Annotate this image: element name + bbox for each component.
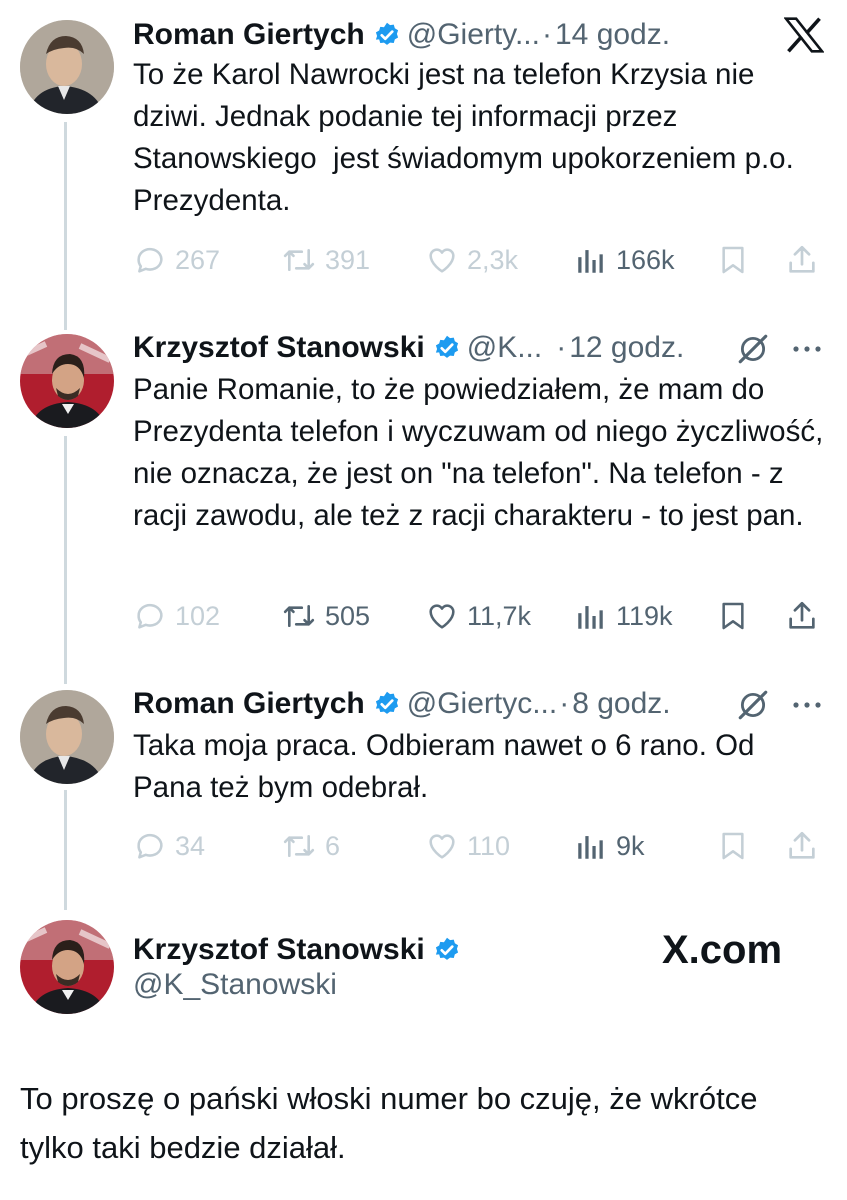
x-logo-icon [782, 16, 826, 54]
retweet-count: 505 [325, 600, 371, 631]
views-icon [578, 836, 603, 859]
bookmark-icon [722, 832, 744, 860]
reply-button[interactable]: 102 [133, 596, 220, 636]
reply-count: 267 [175, 244, 221, 275]
author-name[interactable]: Krzysztof Stanowski [133, 331, 425, 365]
views-button[interactable]: 119k [574, 596, 673, 636]
more-icon[interactable] [788, 330, 826, 368]
avatar[interactable] [20, 334, 114, 428]
tweet-actions: 267 391 2,3k 166k [133, 240, 823, 280]
reply-button[interactable]: 34 [133, 826, 205, 866]
retweet-button[interactable]: 505 [281, 596, 370, 636]
view-count: 119k [616, 600, 673, 631]
avatar[interactable] [20, 690, 114, 784]
like-button[interactable]: 110 [425, 826, 510, 866]
tweet-actions: 34 6 110 9k [133, 826, 823, 866]
share-icon [789, 831, 815, 859]
timestamp[interactable]: 8 godz. [572, 687, 670, 721]
heart-icon [429, 248, 455, 273]
bookmark-button[interactable] [717, 596, 749, 636]
avatar[interactable] [20, 20, 114, 114]
share-button[interactable] [785, 596, 819, 636]
tweet-actions: 102 505 11,7k 119k [133, 596, 823, 636]
like-count: 110 [467, 830, 511, 861]
separator-dot: · [541, 18, 552, 51]
like-count: 2,3k [467, 244, 519, 275]
verified-badge-icon [433, 936, 461, 964]
bookmark-icon [722, 602, 744, 630]
tweet-text: Taka moja praca. Odbieram nawet o 6 rano… [133, 729, 763, 804]
verified-badge-icon [373, 21, 401, 49]
author-name-row: Krzysztof Stanowski [133, 930, 467, 970]
views-button[interactable]: 9k [574, 826, 645, 866]
bookmark-icon [722, 246, 744, 274]
verified-badge-icon [373, 690, 401, 718]
reply-count: 102 [175, 600, 221, 631]
like-button[interactable]: 2,3k [425, 240, 518, 280]
views-icon [578, 606, 603, 629]
author-handle[interactable]: @K... [467, 331, 542, 365]
tweet-header: Krzysztof Stanowski @K... · 12 godz. [133, 328, 684, 368]
like-count: 11,7k [467, 600, 532, 631]
thread-line [64, 790, 67, 910]
timestamp[interactable]: 14 godz. [555, 18, 670, 52]
retweet-icon [283, 604, 315, 628]
reply-count: 34 [175, 830, 206, 861]
heart-icon [429, 604, 455, 629]
grok-icon[interactable] [734, 330, 772, 368]
timestamp[interactable]: 12 godz. [569, 331, 684, 365]
author-name[interactable]: Roman Giertych [133, 18, 365, 52]
share-icon [789, 245, 815, 273]
author-name[interactable]: Krzysztof Stanowski [133, 933, 425, 967]
grok-icon[interactable] [734, 686, 772, 724]
tweet-header: Roman Giertych @Gierty... · 14 godz. [133, 15, 670, 55]
reply-icon [137, 603, 163, 629]
tweet-header: Roman Giertych @Giertyc... · 8 godz. [133, 684, 671, 724]
views-button[interactable]: 166k [574, 240, 675, 280]
reply-icon [137, 833, 163, 859]
share-button[interactable] [785, 240, 819, 280]
reply-button[interactable]: 267 [133, 240, 220, 280]
thread-line [64, 122, 67, 330]
retweet-count: 391 [325, 244, 371, 275]
separator-dot: · [556, 331, 567, 364]
retweet-icon [283, 834, 315, 858]
thread-line [64, 436, 67, 684]
views-icon [578, 250, 603, 273]
tweet-text: To że Karol Nawrocki jest na telefon Krz… [133, 58, 802, 217]
share-icon [789, 601, 815, 629]
author-handle[interactable]: @Gierty... [407, 18, 540, 52]
verified-badge-icon [433, 334, 461, 362]
share-button[interactable] [785, 826, 819, 866]
author-handle[interactable]: @K_Stanowski [133, 968, 337, 1002]
view-count: 166k [616, 244, 675, 275]
author-name[interactable]: Roman Giertych [133, 687, 365, 721]
tweet-text: To proszę o pański włoski numer bo czuję… [20, 1081, 758, 1165]
heart-icon [429, 834, 455, 859]
reply-icon [137, 247, 163, 273]
like-button[interactable]: 11,7k [425, 596, 531, 636]
tweet-text: Panie Romanie, to że powiedziałem, że ma… [133, 373, 832, 532]
bookmark-button[interactable] [717, 826, 749, 866]
retweet-count: 6 [325, 830, 341, 861]
view-count: 9k [616, 830, 645, 861]
bookmark-button[interactable] [717, 240, 749, 280]
retweet-icon [283, 248, 315, 272]
more-icon[interactable] [788, 686, 826, 724]
author-handle[interactable]: @Giertyc... [407, 687, 557, 721]
separator-dot: · [559, 687, 570, 720]
retweet-button[interactable]: 6 [281, 826, 340, 866]
retweet-button[interactable]: 391 [281, 240, 370, 280]
watermark: X.com [662, 928, 783, 972]
avatar[interactable] [20, 920, 114, 1014]
